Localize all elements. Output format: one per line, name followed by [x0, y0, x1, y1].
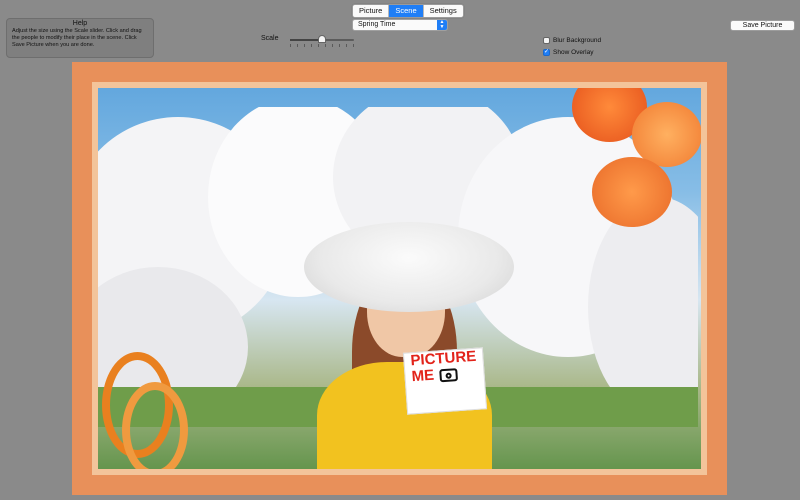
- checkbox-icon: [543, 37, 550, 44]
- select-arrows-icon: ▲ ▼: [437, 20, 447, 30]
- checkmark-icon: ✓: [543, 49, 550, 56]
- show-overlay-label: Show Overlay: [553, 49, 594, 56]
- slider-thumb[interactable]: [318, 35, 326, 43]
- blur-background-checkbox[interactable]: Blur Background: [543, 37, 601, 44]
- blur-background-label: Blur Background: [553, 37, 602, 44]
- scene-select[interactable]: Spring Time ▲ ▼: [352, 19, 448, 31]
- tab-scene[interactable]: Scene: [389, 5, 424, 17]
- help-panel: Help Adjust the size using the Scale sli…: [6, 18, 154, 58]
- scale-label: Scale: [261, 35, 279, 42]
- overlay-frame-inner: [92, 82, 707, 475]
- scene-canvas: PICTURE ME: [72, 62, 727, 495]
- slider-ticks: [290, 44, 354, 47]
- save-picture-button[interactable]: Save Picture: [730, 20, 795, 31]
- scene-select-value: Spring Time: [358, 21, 396, 28]
- tab-picture[interactable]: Picture: [353, 5, 390, 17]
- help-text: Adjust the size using the Scale slider. …: [12, 28, 142, 48]
- help-title: Help: [72, 20, 88, 27]
- scale-slider[interactable]: [290, 34, 354, 48]
- show-overlay-checkbox[interactable]: ✓ Show Overlay: [543, 49, 593, 56]
- tab-settings[interactable]: Settings: [424, 5, 463, 17]
- view-segmented-control: Picture Scene Settings: [352, 4, 464, 18]
